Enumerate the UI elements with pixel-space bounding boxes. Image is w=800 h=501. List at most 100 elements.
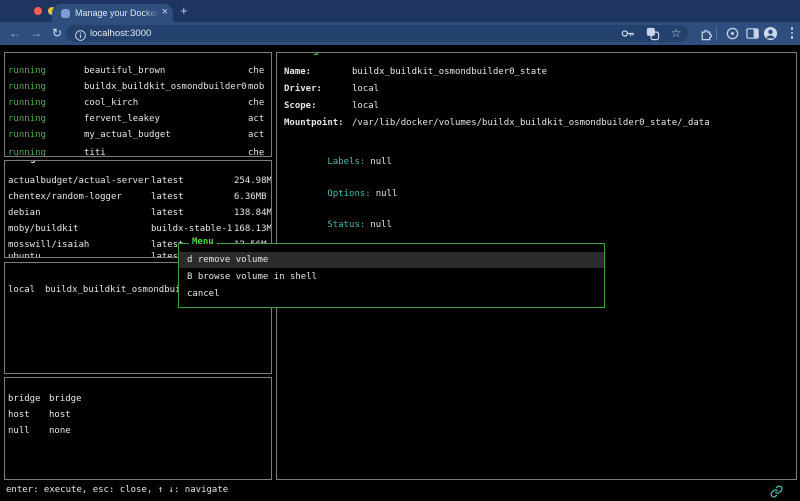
browser-window: Manage your Docker fleet wi × + ← → ↻ lo… [0, 0, 800, 501]
image-row[interactable]: debian latest 138.84M [5, 208, 271, 220]
image-row[interactable]: chentex/random-logger latest 6.36MB [5, 192, 271, 204]
config-field-label: Mountpoint: [284, 118, 344, 128]
network-driver: host [49, 410, 71, 420]
config-extra-row: Labels:null [284, 147, 796, 159]
menu-item-cancel[interactable]: cancel [179, 286, 604, 302]
container-row[interactable]: running cool_kirch che [5, 98, 271, 110]
image-tag: latest [151, 176, 184, 186]
tab-favicon-icon [61, 9, 70, 18]
password-key-icon[interactable] [619, 25, 635, 41]
images-panel-title: Images [11, 160, 50, 164]
container-image: che [248, 66, 264, 76]
container-name: fervent_leakey [84, 114, 160, 124]
container-image: che [248, 148, 264, 157]
config-extra-row: Status:null [284, 210, 796, 222]
config-field-label: Scope: [284, 101, 317, 111]
container-row[interactable]: running buildx_buildkit_osmondbuilder0 m… [5, 82, 271, 94]
image-name: actualbudget/actual-server [8, 176, 149, 186]
extensions-puzzle-icon[interactable] [697, 25, 713, 41]
tab-strip: Manage your Docker fleet wi × + [0, 0, 800, 22]
config-field-value: local [352, 101, 379, 111]
menu-popup: Menu d remove volume B browse volume in … [178, 243, 605, 308]
image-name: mosswill/isaiah [8, 240, 89, 250]
container-image: act [248, 130, 264, 140]
back-icon[interactable]: ← [6, 22, 24, 45]
container-state: running [8, 130, 46, 140]
image-name: moby/buildkit [8, 224, 78, 234]
container-name: my_actual_budget [84, 130, 171, 140]
container-image: act [248, 114, 264, 124]
more-menu-icon[interactable] [784, 25, 800, 41]
container-name: cool_kirch [84, 98, 138, 108]
network-name: null [8, 426, 30, 436]
container-name: beautiful_brown [84, 66, 165, 76]
url-text[interactable]: localhost:3000 [90, 25, 151, 42]
bookmark-star-icon[interactable]: ☆ [668, 25, 684, 41]
tab-close-icon[interactable]: × [162, 6, 168, 18]
container-row[interactable]: running beautiful_brown che [5, 66, 271, 78]
toolbar-separator [716, 27, 717, 40]
network-row[interactable]: null none [5, 426, 271, 438]
config-field-row: Scope: local [277, 101, 796, 113]
network-name: bridge [8, 394, 41, 404]
config-panel-title: Config [283, 52, 322, 56]
containers-panel-title: Containers [11, 52, 71, 56]
container-state: running [8, 66, 46, 76]
networks-panel: Networks bridge bridge host host null no… [4, 377, 272, 480]
browser-toolbar: ← → ↻ localhost:3000 ☆ [0, 22, 800, 45]
image-size: 6.36MB [234, 192, 271, 202]
network-name: host [8, 410, 30, 420]
image-name: chentex/random-logger [8, 192, 122, 202]
network-driver: bridge [49, 394, 82, 404]
config-field-value: local [352, 84, 379, 94]
container-row[interactable]: running titi che [5, 148, 271, 157]
container-name: buildx_buildkit_osmondbuilder0 [84, 82, 247, 92]
config-extra-value: null [376, 189, 398, 199]
image-name: ubuntu [8, 252, 41, 258]
menu-item-remove-volume[interactable]: d remove volume [179, 252, 604, 268]
config-extra-label: Status: [327, 220, 365, 230]
network-driver: none [49, 426, 71, 436]
network-row[interactable]: host host [5, 410, 271, 422]
image-size: 168.13M [234, 224, 271, 234]
container-image: mob [248, 82, 264, 92]
config-extra-label: Labels: [327, 157, 365, 167]
menu-item-browse-volume[interactable]: B browse volume in shell [179, 269, 604, 285]
image-tag: latest [151, 192, 184, 202]
browser-tab[interactable]: Manage your Docker fleet wi × [52, 4, 173, 22]
image-tag: buildx-stable-1 [151, 224, 232, 234]
reload-icon[interactable]: ↻ [48, 22, 66, 45]
container-image: che [248, 98, 264, 108]
side-panel-icon[interactable] [744, 25, 760, 41]
container-row[interactable]: running fervent_leakey act [5, 114, 271, 126]
image-size: 138.84M [234, 208, 271, 218]
address-bar[interactable]: localhost:3000 [66, 25, 688, 42]
networks-panel-title: Networks [11, 377, 60, 381]
forward-icon[interactable]: → [27, 22, 45, 45]
config-extra-value: null [370, 157, 392, 167]
image-size: 254.98M [234, 176, 271, 186]
site-info-icon[interactable] [72, 27, 88, 43]
config-field-row: Mountpoint: /var/lib/docker/volumes/buil… [277, 118, 796, 130]
container-row[interactable]: running my_actual_budget act [5, 130, 271, 142]
container-state: running [8, 98, 46, 108]
containers-panel: Containers running beautiful_brown che r… [4, 52, 272, 157]
config-extra-row: Options:null [284, 179, 796, 191]
connection-link-icon [770, 483, 783, 496]
extension-circle-icon[interactable] [724, 25, 740, 41]
config-extra-value: null [370, 220, 392, 230]
network-row[interactable]: bridge bridge [5, 394, 271, 406]
window-close-button[interactable] [34, 7, 42, 15]
container-state: running [8, 148, 46, 157]
menu-title: Menu [189, 237, 217, 247]
volumes-panel-title: Volumes [11, 262, 55, 266]
profile-avatar[interactable] [762, 25, 778, 41]
config-field-row: Driver: local [277, 84, 796, 96]
image-row[interactable]: moby/buildkit buildx-stable-1 168.13M [5, 224, 271, 236]
image-row[interactable]: actualbudget/actual-server latest 254.98… [5, 176, 271, 188]
translate-icon[interactable] [644, 25, 660, 41]
image-tag: latest [151, 208, 184, 218]
container-state: running [8, 114, 46, 124]
config-field-label: Name: [284, 67, 311, 77]
new-tab-button[interactable]: + [180, 3, 188, 18]
